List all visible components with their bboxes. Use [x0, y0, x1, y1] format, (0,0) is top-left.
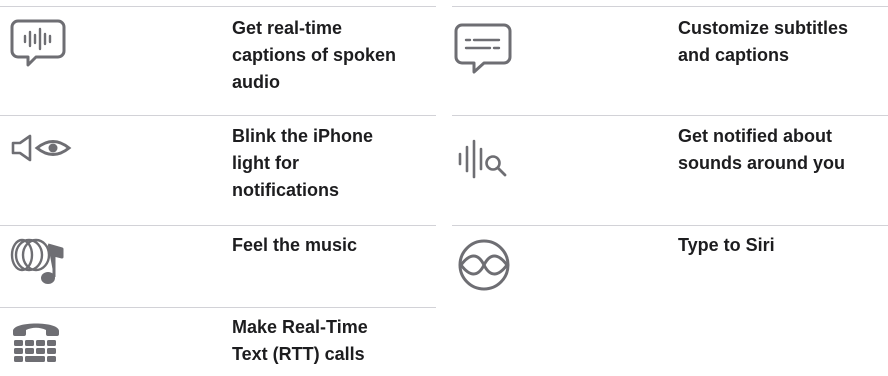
feature-label: Make Real-Time Text (RTT) calls — [232, 317, 368, 364]
feature-label: Type to Siri — [678, 235, 775, 255]
feature-sound-recognition: Get notified about sounds around you — [452, 115, 888, 225]
feature-led-flash: Blink the iPhone light for notifications — [0, 115, 436, 225]
rtt-phone-icon — [10, 317, 62, 372]
feature-label: Blink the iPhone light for notifications — [232, 126, 374, 200]
feature-music-haptics: Feel the music — [0, 225, 436, 307]
feature-subtitles: Customize subtitles and captions — [452, 6, 888, 114]
feature-type-to-siri: Type to Siri — [452, 225, 888, 307]
feature-label: Get notified about sounds around you — [678, 126, 846, 173]
type-to-siri-icon — [456, 237, 512, 298]
feature-rtt: Make Real-Time Text (RTT) calls — [0, 307, 436, 376]
accessibility-features-grid: Get real-time captions of spoken audio C… — [0, 0, 888, 376]
feature-live-captions: Get real-time captions of spoken audio — [0, 6, 436, 114]
live-captions-icon — [10, 18, 66, 75]
feature-label: Customize subtitles and captions — [678, 18, 849, 65]
led-flash-icon — [10, 133, 72, 168]
subtitles-icon — [454, 21, 512, 80]
music-haptics-icon — [10, 233, 68, 294]
feature-label: Feel the music — [232, 235, 358, 255]
sound-recognition-icon — [456, 139, 512, 186]
feature-label: Get real-time captions of spoken audio — [232, 18, 397, 92]
